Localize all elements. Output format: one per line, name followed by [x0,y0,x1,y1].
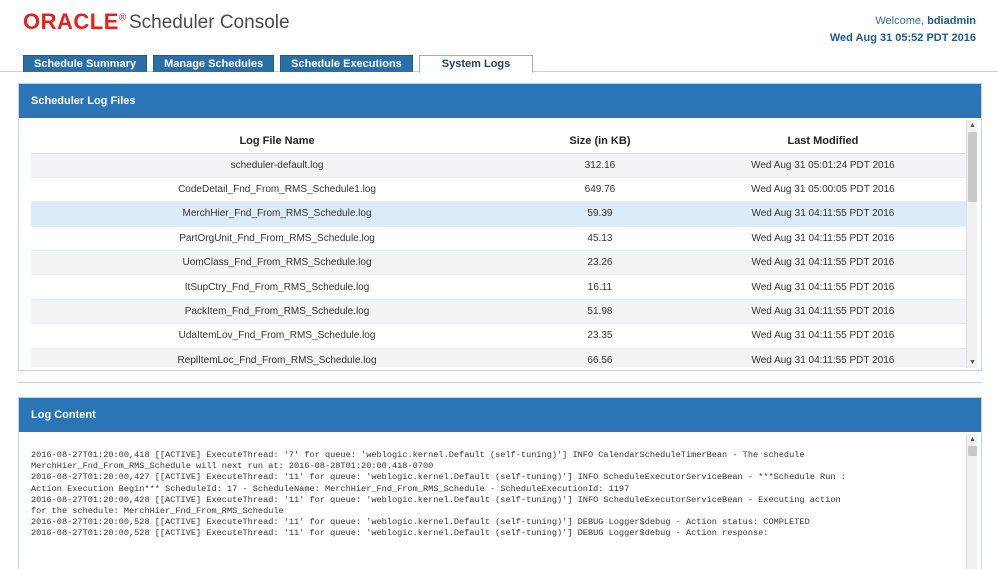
last-modified-cell: Wed Aug 31 04:11:55 PDT 2016 [676,323,969,349]
file-size-cell: 51.98 [523,298,677,324]
username: bdiadmin [927,15,976,27]
table-row[interactable]: ReplItemLoc_Fnd_From_RMS_Schedule.log 66.… [31,347,969,367]
tab-manage-schedules[interactable]: Manage Schedules [153,55,275,72]
table-row[interactable]: UomClass_Fnd_From_RMS_Schedule.log 23.26 W… [31,250,969,275]
last-modified-cell: Wed Aug 31 04:11:55 PDT 2016 [676,347,969,367]
table-row[interactable]: PartOrgUnit_Fnd_From_RMS_Schedule.log 45.… [31,225,969,251]
section-divider [18,382,982,383]
log-file-name-cell: MerchHier_Fnd_From_RMS_Schedule.log [31,201,524,227]
file-size-cell: 45.13 [523,225,677,251]
log-files-panel-title: Scheduler Log Files [19,84,981,118]
column-header-size[interactable]: Size (in KB) [523,129,677,154]
welcome-message: Welcome, bdiadmin [875,15,976,27]
last-modified-cell: Wed Aug 31 04:11:55 PDT 2016 [676,250,969,275]
table-row[interactable]: ItSupCtry_Fnd_From_RMS_Schedule.log 16.11… [31,274,969,300]
log-line: MerchHier_Fnd_From_RMS_Schedule will nex… [31,461,434,472]
log-line: 2016-08-27T01:20:00,418 [[ACTIVE] Execut… [31,450,805,460]
file-size-cell: 649.76 [523,176,677,202]
app-header: ORACLE® Scheduler Console Welcome, bdiad… [0,0,998,73]
log-file-name-cell: scheduler-default.log [31,152,524,178]
tab-schedule-executions[interactable]: Schedule Executions [280,55,413,72]
file-size-cell: 59.39 [523,201,677,227]
log-files-scrollbar[interactable]: ▲ ▼ [966,120,977,368]
app-title: Scheduler Console [129,12,290,33]
log-content-scrollbar[interactable]: ▲ [966,434,977,569]
oracle-logo: ORACLE® [23,9,127,34]
log-file-name-cell: UdaItemLov_Fnd_From_RMS_Schedule.log [31,323,524,349]
log-content-panel-title: Log Content [19,398,981,432]
table-row[interactable]: MerchHier_Fnd_From_RMS_Schedule.log 59.39… [31,201,969,227]
file-size-cell: 23.26 [523,250,677,275]
log-content-text[interactable]: 2016-08-27T01:20:00,418 [[ACTIVE] Execut… [31,450,961,540]
table-header-row: Log File Name Size (in KB) Last Modified [31,129,969,154]
last-modified-cell: Wed Aug 31 05:01:24 PDT 2016 [676,152,969,178]
scroll-up-icon[interactable]: ▲ [967,120,978,131]
file-size-cell: 312.16 [523,152,677,178]
column-header-log-file-name[interactable]: Log File Name [31,129,524,154]
tab-schedule-summary[interactable]: Schedule Summary [23,55,148,72]
table-row[interactable]: CodeDetail_Fnd_From_RMS_Schedule1.log 649… [31,176,969,202]
log-file-name-cell: UomClass_Fnd_From_RMS_Schedule.log [31,250,524,275]
last-modified-cell: Wed Aug 31 04:11:55 PDT 2016 [676,201,969,227]
welcome-prefix: Welcome, [875,15,925,27]
log-file-name-cell: ReplItemLoc_Fnd_From_RMS_Schedule.log [31,347,524,367]
log-line: 2016-08-27T01:20:00,528 [[ACTIVE] Execut… [31,528,769,539]
log-line: 2016-08-27T01:20:00,528 [[ACTIVE] Execut… [31,517,810,528]
log-file-name-cell: PartOrgUnit_Fnd_From_RMS_Schedule.log [31,225,524,251]
current-datetime: Wed Aug 31 05:52 PDT 2016 [829,32,976,44]
log-files-table: Log File Name Size (in KB) Last Modified… [31,129,969,367]
log-files-table-container: Log File Name Size (in KB) Last Modified… [31,129,969,367]
last-modified-cell: Wed Aug 31 05:00:05 PDT 2016 [676,176,969,202]
log-line: Action Execution Begin*** ScheduleId: 17… [31,483,630,494]
scroll-down-icon[interactable]: ▼ [967,357,978,368]
table-row[interactable]: UdaItemLov_Fnd_From_RMS_Schedule.log 23.3… [31,323,969,349]
log-line: 2016-08-27T01:20:00,427 [[ACTIVE] Execut… [31,472,846,483]
log-file-name-cell: ItSupCtry_Fnd_From_RMS_Schedule.log [31,274,524,300]
table-row[interactable]: PackItem_Fnd_From_RMS_Schedule.log 51.98 W… [31,298,969,324]
scrollbar-thumb[interactable] [968,446,977,456]
column-header-last-modified[interactable]: Last Modified [676,129,969,154]
last-modified-cell: Wed Aug 31 04:11:55 PDT 2016 [676,274,969,300]
scrollbar-thumb[interactable] [968,132,977,202]
log-line: for the schedule: MerchHier_Fnd_From_RMS… [31,506,284,517]
table-row[interactable]: scheduler-default.log 312.16 Wed Aug 31 05… [31,152,969,178]
log-content-panel: Log Content 2016-08-27T01:20:00,418 [[AC… [18,397,982,569]
file-size-cell: 66.56 [523,347,677,367]
last-modified-cell: Wed Aug 31 04:11:55 PDT 2016 [676,298,969,324]
scroll-up-icon[interactable]: ▲ [967,434,978,445]
file-size-cell: 16.11 [523,274,677,300]
tab-bar: Schedule Summary Manage Schedules Schedu… [23,55,534,73]
last-modified-cell: Wed Aug 31 04:11:55 PDT 2016 [676,225,969,251]
tab-system-logs[interactable]: System Logs [418,55,534,73]
log-file-name-cell: CodeDetail_Fnd_From_RMS_Schedule1.log [31,176,524,202]
log-files-panel: Scheduler Log Files Log File Name Size (… [18,83,982,371]
log-file-name-cell: PackItem_Fnd_From_RMS_Schedule.log [31,298,524,324]
log-line: 2016-08-27T01:20:00,428 [[ACTIVE] Execut… [31,494,841,505]
file-size-cell: 23.35 [523,323,677,349]
